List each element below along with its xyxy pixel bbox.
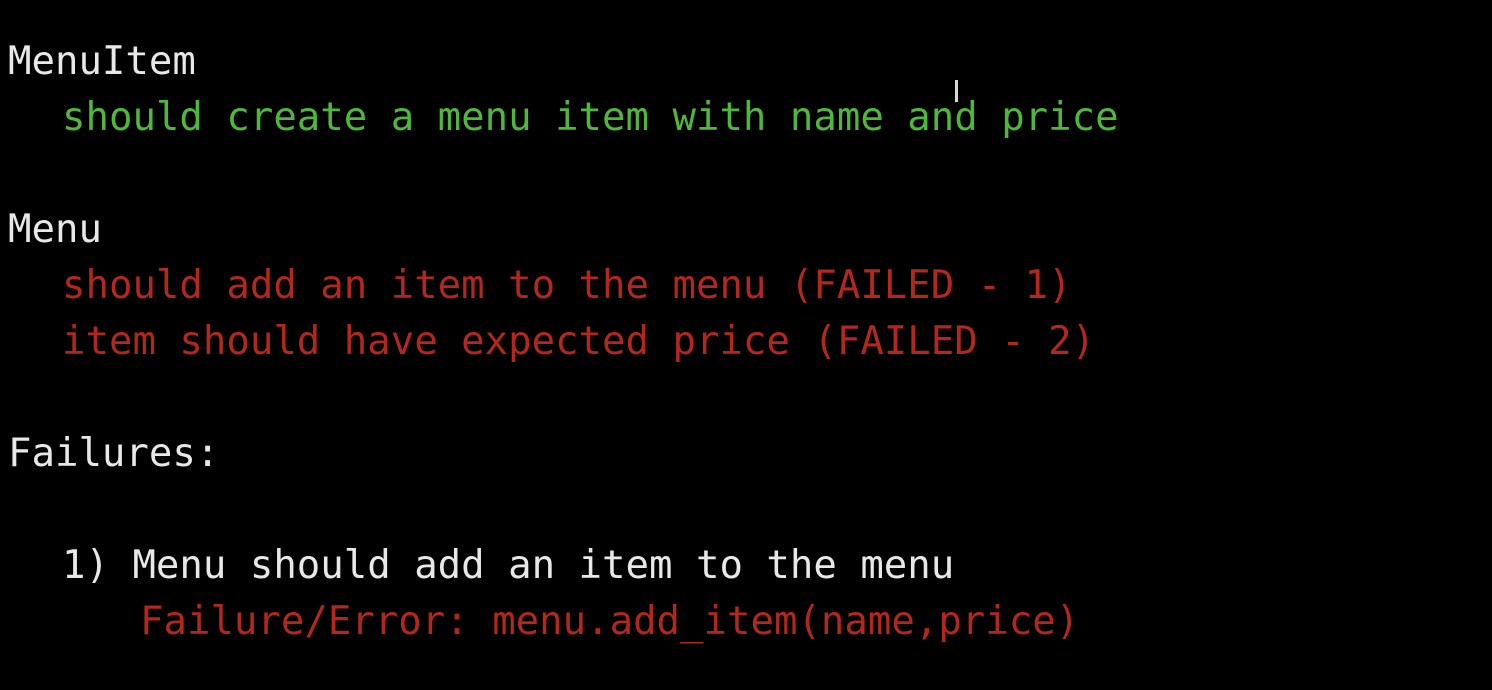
text-cursor xyxy=(955,80,958,102)
test-passed-create-menu-item: should create a menu item with name and … xyxy=(62,95,1119,140)
suite-title-menuitem: MenuItem xyxy=(8,39,196,84)
test-failed-add-item: should add an item to the menu (FAILED -… xyxy=(62,263,1072,308)
failure-item-1-error: Failure/Error: menu.add_item(name,price) xyxy=(140,599,1080,644)
failure-item-1-label: 1) Menu should add an item to the menu xyxy=(62,543,955,588)
failures-heading: Failures: xyxy=(8,431,220,476)
terminal-output: MenuItem should create a menu item with … xyxy=(0,0,1492,690)
test-failed-expected-price: item should have expected price (FAILED … xyxy=(62,319,1096,364)
suite-title-menu: Menu xyxy=(8,207,102,252)
